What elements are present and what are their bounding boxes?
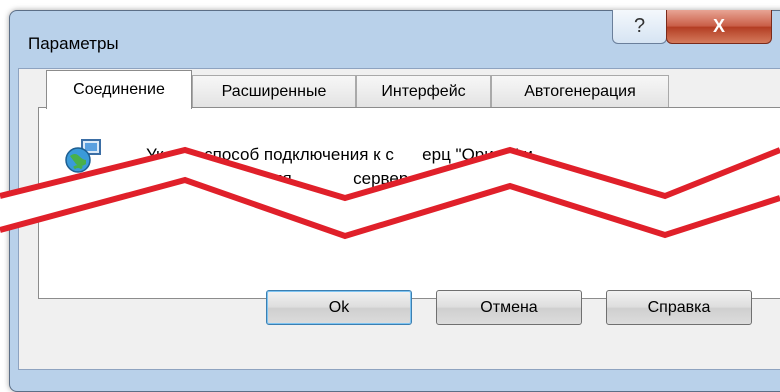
help-button[interactable]: Справка <box>606 290 752 325</box>
cancel-button[interactable]: Отмена <box>436 290 582 325</box>
ok-label: Ok <box>328 298 350 316</box>
cancel-label: Отмена <box>480 298 538 316</box>
help-label: Справка <box>647 298 711 316</box>
ok-button[interactable]: Ok <box>266 290 412 325</box>
